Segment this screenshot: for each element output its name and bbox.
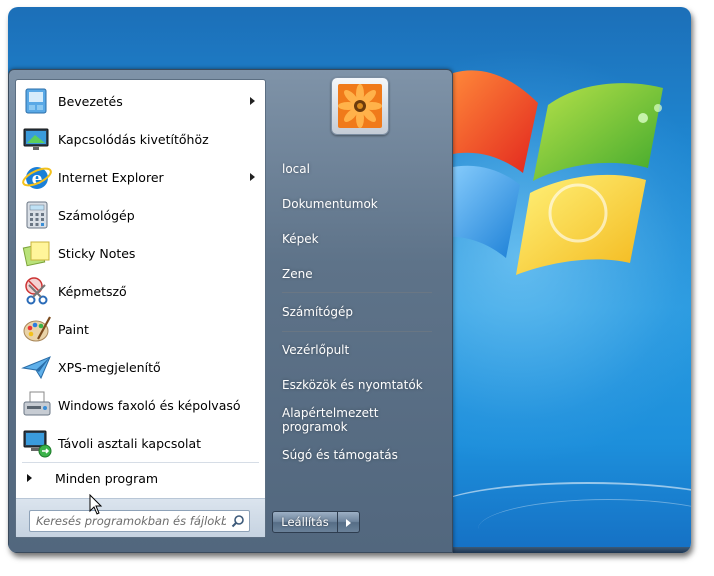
program-item-fax-scan[interactable]: Windows faxoló és képolvasó	[16, 386, 265, 424]
search-icon[interactable]	[231, 514, 245, 528]
paint-icon	[23, 316, 51, 342]
submenu-arrow-icon[interactable]	[250, 173, 255, 181]
user-picture-frame[interactable]	[331, 77, 389, 135]
mouse-cursor-icon	[89, 494, 103, 515]
screenshot-frame: Bevezetés Kapcsolódás kivetítőhöz e Inte…	[8, 7, 691, 553]
link-label: Alapértelmezett programok	[282, 406, 379, 434]
link-default-programs[interactable]: Alapértelmezett programok	[272, 403, 447, 437]
link-pictures[interactable]: Képek	[272, 222, 447, 256]
link-control-panel[interactable]: Vezérlőpult	[272, 333, 447, 367]
pinned-programs-list: Bevezetés Kapcsolódás kivetítőhöz e Inte…	[16, 82, 265, 462]
program-label: Windows faxoló és képolvasó	[58, 397, 241, 413]
user-avatar-flower-icon	[338, 84, 382, 128]
program-label: Kapcsolódás kivetítőhöz	[58, 131, 209, 147]
shutdown-label: Leállítás	[281, 515, 329, 529]
link-label: Számítógép	[282, 305, 353, 319]
program-item-calculator[interactable]: Számológép	[16, 196, 265, 234]
program-item-sticky-notes[interactable]: Sticky Notes	[16, 234, 265, 272]
xps-viewer-icon	[21, 356, 51, 380]
shutdown-button[interactable]: Leállítás	[272, 511, 338, 533]
calculator-icon	[26, 201, 48, 229]
program-label: Távoli asztali kapcsolat	[58, 435, 202, 451]
program-item-xps-viewer[interactable]: XPS-megjelenítő	[16, 348, 265, 386]
program-item-projector[interactable]: Kapcsolódás kivetítőhöz	[16, 120, 265, 158]
right-divider	[282, 292, 432, 293]
getting-started-icon	[25, 88, 47, 114]
program-item-getting-started[interactable]: Bevezetés	[16, 82, 265, 120]
link-label: Vezérlőpult	[282, 343, 350, 357]
search-box[interactable]	[29, 510, 250, 532]
program-label: Számológép	[58, 207, 135, 223]
link-label: Képek	[282, 232, 319, 246]
sticky-notes-icon	[22, 241, 50, 267]
program-label: XPS-megjelenítő	[58, 359, 161, 375]
link-label: Eszközök és nyomtatók	[282, 378, 423, 392]
expand-arrow-icon	[27, 474, 32, 482]
program-item-paint[interactable]: Paint	[16, 310, 265, 348]
snipping-tool-icon	[25, 277, 48, 305]
program-label: Sticky Notes	[58, 245, 136, 261]
link-documents[interactable]: Dokumentumok	[272, 187, 447, 221]
link-devices-printers[interactable]: Eszközök és nyomtatók	[272, 368, 447, 402]
chevron-right-icon	[346, 519, 351, 527]
link-label: Zene	[282, 267, 313, 281]
link-user-folder[interactable]: local	[272, 152, 447, 186]
link-music[interactable]: Zene	[272, 257, 447, 291]
link-help-support[interactable]: Súgó és támogatás	[272, 438, 447, 472]
remote-desktop-icon	[23, 430, 52, 458]
fax-scan-icon	[23, 391, 51, 416]
program-label: Bevezetés	[58, 93, 123, 109]
program-item-internet-explorer[interactable]: e Internet Explorer	[16, 158, 265, 196]
link-label: Dokumentumok	[282, 197, 378, 211]
submenu-arrow-icon[interactable]	[250, 97, 255, 105]
windows-logo-icon	[448, 70, 663, 275]
start-menu: Bevezetés Kapcsolódás kivetítőhöz e Inte…	[8, 69, 453, 553]
shutdown-options-button[interactable]	[338, 511, 360, 533]
program-label: Paint	[58, 321, 89, 337]
link-computer[interactable]: Számítógép	[272, 295, 447, 329]
internet-explorer-icon: e	[22, 167, 52, 189]
all-programs-label: Minden program	[55, 470, 159, 486]
program-item-snipping-tool[interactable]: Képmetsző	[16, 272, 265, 310]
search-area	[16, 498, 265, 537]
program-label: Internet Explorer	[58, 169, 164, 185]
projector-icon	[23, 128, 49, 150]
programs-pane: Bevezetés Kapcsolódás kivetítőhöz e Inte…	[15, 79, 266, 538]
right-divider	[282, 331, 432, 332]
program-item-remote-desktop[interactable]: Távoli asztali kapcsolat	[16, 424, 265, 462]
link-label: local	[282, 162, 310, 176]
search-input[interactable]	[30, 511, 226, 531]
all-programs-button[interactable]: Minden program	[16, 466, 265, 490]
programs-divider	[22, 462, 259, 463]
program-label: Képmetsző	[58, 283, 127, 299]
link-label: Súgó és támogatás	[282, 448, 398, 462]
shutdown-group: Leállítás	[272, 511, 360, 533]
